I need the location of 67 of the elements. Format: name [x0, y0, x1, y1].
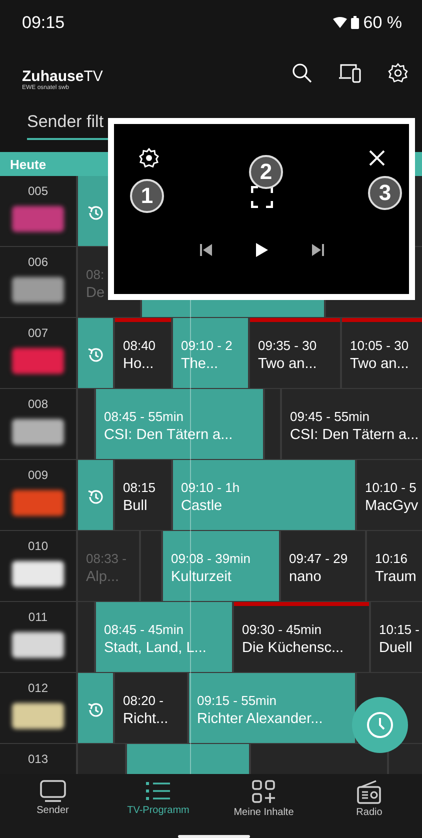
channel-number: 012: [28, 681, 48, 695]
callout-badge: 3: [368, 176, 402, 210]
program-cell[interactable]: 10:10 - 5 MacGyv: [357, 460, 422, 530]
channel-number: 005: [28, 184, 48, 198]
program-cell[interactable]: 10:16 Traum: [367, 531, 422, 601]
callout-badge: 1: [130, 179, 164, 213]
channel-number: 009: [28, 468, 48, 482]
devices-icon[interactable]: [338, 62, 362, 82]
channel-number: 011: [28, 610, 48, 624]
fullscreen-icon[interactable]: [250, 186, 272, 208]
status-time: 09:15: [22, 12, 65, 32]
play-icon[interactable]: [254, 242, 268, 258]
program-cell[interactable]: 08:40 Ho...: [115, 318, 171, 388]
channel-cell[interactable]: 011: [0, 602, 78, 672]
history-icon: [86, 488, 104, 506]
program-cell[interactable]: 09:35 - 30 Two an...: [250, 318, 340, 388]
app-logo: ZuhauseTV: [22, 68, 103, 85]
program-cell[interactable]: [141, 531, 161, 601]
add-content-icon: [252, 780, 276, 804]
settings-icon[interactable]: [388, 62, 408, 82]
skip-back-icon[interactable]: [198, 243, 212, 257]
channel-number: 010: [28, 539, 48, 553]
battery-level: 60 %: [363, 12, 402, 32]
program-cell[interactable]: [78, 318, 113, 388]
program-cell[interactable]: 08:20 - Richt...: [115, 673, 187, 743]
channel-number: 006: [28, 255, 48, 269]
channel-cell[interactable]: 005: [0, 176, 78, 246]
channel-cell[interactable]: 012: [0, 673, 78, 743]
channel-cell[interactable]: 010: [0, 531, 78, 601]
skip-forward-icon[interactable]: [310, 243, 324, 257]
program-cell[interactable]: [265, 389, 280, 459]
channel-number: 013: [28, 752, 48, 766]
channel-cell[interactable]: 007: [0, 318, 78, 388]
nav-tab[interactable]: Meine Inhalte: [218, 780, 309, 818]
nav-tab[interactable]: Sender: [8, 780, 98, 816]
history-icon: [86, 204, 104, 222]
program-cell[interactable]: 10:05 - 30 Two an...: [342, 318, 422, 388]
history-icon: [86, 701, 104, 719]
program-cell[interactable]: 09:30 - 45min Die Küchensc...: [234, 602, 369, 672]
battery-icon: [351, 16, 360, 29]
search-icon[interactable]: [292, 62, 312, 82]
channel-cell[interactable]: 009: [0, 460, 78, 530]
clock-icon: [366, 711, 394, 739]
program-cell[interactable]: [78, 673, 113, 743]
program-cell[interactable]: 10:15 - Duell: [371, 602, 422, 672]
channel-cell[interactable]: 008: [0, 389, 78, 459]
program-cell[interactable]: [78, 460, 113, 530]
home-indicator: [178, 835, 250, 838]
channel-cell[interactable]: 006: [0, 247, 78, 317]
settings-icon[interactable]: [139, 148, 159, 168]
program-cell[interactable]: [78, 389, 94, 459]
nav-tab[interactable]: Radio: [324, 780, 414, 818]
channel-number: 007: [28, 326, 48, 340]
program-cell[interactable]: 08:15 Bull: [115, 460, 171, 530]
channel-number: 008: [28, 397, 48, 411]
program-cell[interactable]: 09:47 - 29 nano: [281, 531, 365, 601]
program-cell[interactable]: [78, 602, 94, 672]
nav-tab[interactable]: TV-Programm: [113, 780, 204, 816]
tv-icon: [40, 780, 66, 802]
list-icon: [145, 780, 172, 802]
wifi-icon: [333, 17, 348, 28]
program-cell[interactable]: 09:45 - 55min CSI: Den Tätern a...: [282, 389, 422, 459]
callout-badge: 2: [249, 155, 283, 189]
close-icon[interactable]: [369, 150, 385, 166]
channel-cell[interactable]: 013: [0, 744, 78, 774]
history-icon: [86, 346, 104, 364]
radio-icon: [357, 780, 382, 804]
